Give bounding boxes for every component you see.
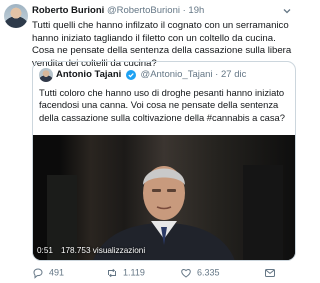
video-thumbnail xyxy=(47,165,283,260)
quoted-time-separator: · xyxy=(215,69,219,80)
tweet: Roberto Burioni @RobertoBurioni · 19h Tu… xyxy=(0,0,300,283)
quoted-text: Tutti coloro che hanno uso di droghe pes… xyxy=(39,87,285,123)
quoted-author-handle: @Antonio_Tajani xyxy=(140,69,213,80)
reply-count: 491 xyxy=(49,267,65,278)
quoted-avatar xyxy=(39,68,53,82)
quoted-header: Antonio Tajani @Antonio_Tajani · 27 dic xyxy=(39,67,291,83)
tweet-actions: 491 1.119 6.335 xyxy=(32,265,296,279)
quoted-tweet[interactable]: Antonio Tajani @Antonio_Tajani · 27 dic … xyxy=(32,61,296,261)
video-views: 178.753 visualizzazioni xyxy=(60,246,146,255)
retweet-count: 1.119 xyxy=(123,267,145,278)
author-name[interactable]: Roberto Burioni xyxy=(32,5,104,16)
video-meta: 0:51 178.753 visualizzazioni xyxy=(37,245,145,257)
video-player[interactable]: 0:51 178.753 visualizzazioni xyxy=(33,135,295,260)
like-icon xyxy=(181,268,191,278)
chevron-down-icon[interactable] xyxy=(282,6,292,16)
quoted-time: 27 dic xyxy=(220,69,247,80)
tweet-time[interactable]: 19h xyxy=(188,5,204,16)
reply-button[interactable]: 491 xyxy=(32,265,64,279)
time-separator: · xyxy=(182,5,186,16)
verified-icon xyxy=(125,70,136,80)
quoted-author-name: Antonio Tajani xyxy=(56,69,122,80)
retweet-button[interactable]: 1.119 xyxy=(106,265,145,279)
author-handle[interactable]: @RobertoBurioni xyxy=(107,5,180,16)
direct-message-button[interactable] xyxy=(264,265,281,279)
tweet-header: Roberto Burioni @RobertoBurioni · 19h xyxy=(32,5,294,17)
reply-icon xyxy=(33,268,43,279)
like-button[interactable]: 6.335 xyxy=(180,265,220,279)
video-duration: 0:51 xyxy=(37,246,53,255)
direct-message-icon xyxy=(265,268,275,277)
retweet-icon xyxy=(108,268,116,277)
like-count: 6.335 xyxy=(197,267,220,278)
avatar[interactable] xyxy=(4,4,28,28)
